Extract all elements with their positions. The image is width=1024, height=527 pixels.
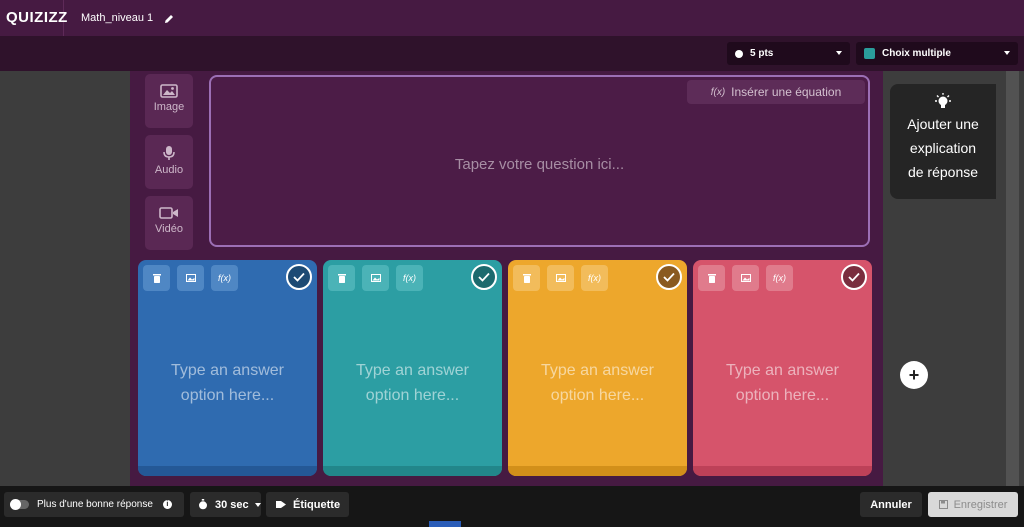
quiz-title[interactable]: Math_niveau 1 [81,12,153,24]
save-icon [938,500,948,509]
answer-placeholder: Type an answer option here... [693,358,872,408]
function-icon[interactable]: f(x) [396,265,423,291]
bottom-bar: Plus d'une bonne réponse i 30 sec Étique… [0,486,1024,527]
correct-answer-check-icon[interactable] [471,264,497,290]
insert-equation-label: Insérer une équation [731,85,842,99]
tag-icon [276,501,286,508]
info-icon[interactable]: i [162,500,172,509]
answer-placeholder: Type an answer option here... [508,358,687,408]
answer-placeholder: Type an answer option here... [138,358,317,408]
answer-placeholder-line1: Type an answer [541,362,654,379]
question-type-select[interactable]: Choix multiple [856,42,1018,65]
video-camera-icon [159,207,178,219]
answer-placeholder-line1: Type an answer [356,362,469,379]
lightbulb-icon [935,93,951,108]
trash-icon[interactable] [143,265,170,291]
add-image-button[interactable]: Image [145,74,193,128]
function-icon[interactable]: f(x) [211,265,238,291]
card-shadow [693,466,872,476]
card-shadow [508,466,687,476]
question-input[interactable]: f(x) Insérer une équation Tapez votre qu… [209,75,870,247]
correct-answer-check-icon[interactable] [286,264,312,290]
function-icon[interactable]: f(x) [766,265,793,291]
add-video-button[interactable]: Vidéo [145,196,193,250]
edit-pencil-icon[interactable] [163,12,175,24]
explanation-line2: explication [909,140,977,156]
answer-options: f(x) Type an answer option here... f(x) … [138,260,874,476]
image-icon [160,84,178,98]
card-shadow [323,466,502,476]
tag-label: Étiquette [293,498,341,511]
answer-placeholder-line2: option here... [735,387,830,404]
progress-indicator [429,521,461,527]
correct-answer-check-icon[interactable] [841,264,867,290]
timer-value: 30 sec [215,498,249,511]
save-button[interactable]: Enregistrer [928,492,1018,517]
stopwatch-icon [199,499,207,510]
image-icon[interactable] [362,265,389,291]
answer-option-4[interactable]: f(x) Type an answer option here... [693,260,872,476]
answer-option-3[interactable]: f(x) Type an answer option here... [508,260,687,476]
function-icon: f(x) [710,86,726,98]
multiple-choice-icon [864,48,875,59]
image-label: Image [153,101,185,113]
trash-icon[interactable] [513,265,540,291]
audio-label: Audio [154,164,184,176]
question-editor: Image Audio Vidéo f(x) Insérer une équat… [130,71,883,486]
video-label: Vidéo [155,223,183,235]
multiple-answers-toggle[interactable]: Plus d'une bonne réponse i [4,492,184,517]
function-icon[interactable]: f(x) [581,265,608,291]
quizizz-logo[interactable]: QUIZIZZ [0,0,67,36]
points-icon [735,49,743,58]
answer-option-1[interactable]: f(x) Type an answer option here... [138,260,317,476]
question-placeholder: Tapez votre question ici... [454,156,625,173]
card-shadow [138,466,317,476]
timer-select[interactable]: 30 sec [190,492,261,517]
image-icon[interactable] [732,265,759,291]
explanation-line1: Ajouter une [907,116,979,132]
toggle-switch[interactable] [10,499,29,510]
answer-placeholder-line2: option here... [550,387,645,404]
chevron-down-icon [1004,51,1010,55]
answer-placeholder: Type an answer option here... [323,358,502,408]
image-icon[interactable] [547,265,574,291]
add-explanation-button[interactable]: Ajouter une explication de réponse [890,84,996,199]
answer-placeholder-line2: option here... [365,387,460,404]
multiple-answers-label: Plus d'une bonne réponse [37,499,153,510]
trash-icon[interactable] [328,265,355,291]
question-type-value: Choix multiple [882,48,951,59]
chevron-down-icon [254,502,261,507]
left-gutter [0,71,130,486]
points-select[interactable]: 5 pts [727,42,850,65]
points-value: 5 pts [750,48,774,59]
question-settings-bar: 5 pts Choix multiple [0,36,1024,71]
add-answer-option-button[interactable]: + [900,361,928,389]
answer-placeholder-line1: Type an answer [171,362,284,379]
explanation-line3: de réponse [907,164,979,180]
correct-answer-check-icon[interactable] [656,264,682,290]
right-panel: Ajouter une explication de réponse + [883,71,1024,486]
trash-icon[interactable] [698,265,725,291]
microphone-icon [163,146,175,160]
image-icon[interactable] [177,265,204,291]
chevron-down-icon [836,51,842,55]
insert-equation-button[interactable]: f(x) Insérer une équation [687,80,865,104]
answer-placeholder-line2: option here... [180,387,275,404]
answer-placeholder-line1: Type an answer [726,362,839,379]
answer-option-2[interactable]: f(x) Type an answer option here... [323,260,502,476]
top-bar: QUIZIZZ Math_niveau 1 [0,0,1024,36]
save-label: Enregistrer [953,498,1008,511]
tag-button[interactable]: Étiquette [266,492,349,517]
scrollbar[interactable] [1006,71,1019,486]
cancel-button[interactable]: Annuler [860,492,922,517]
add-audio-button[interactable]: Audio [145,135,193,189]
